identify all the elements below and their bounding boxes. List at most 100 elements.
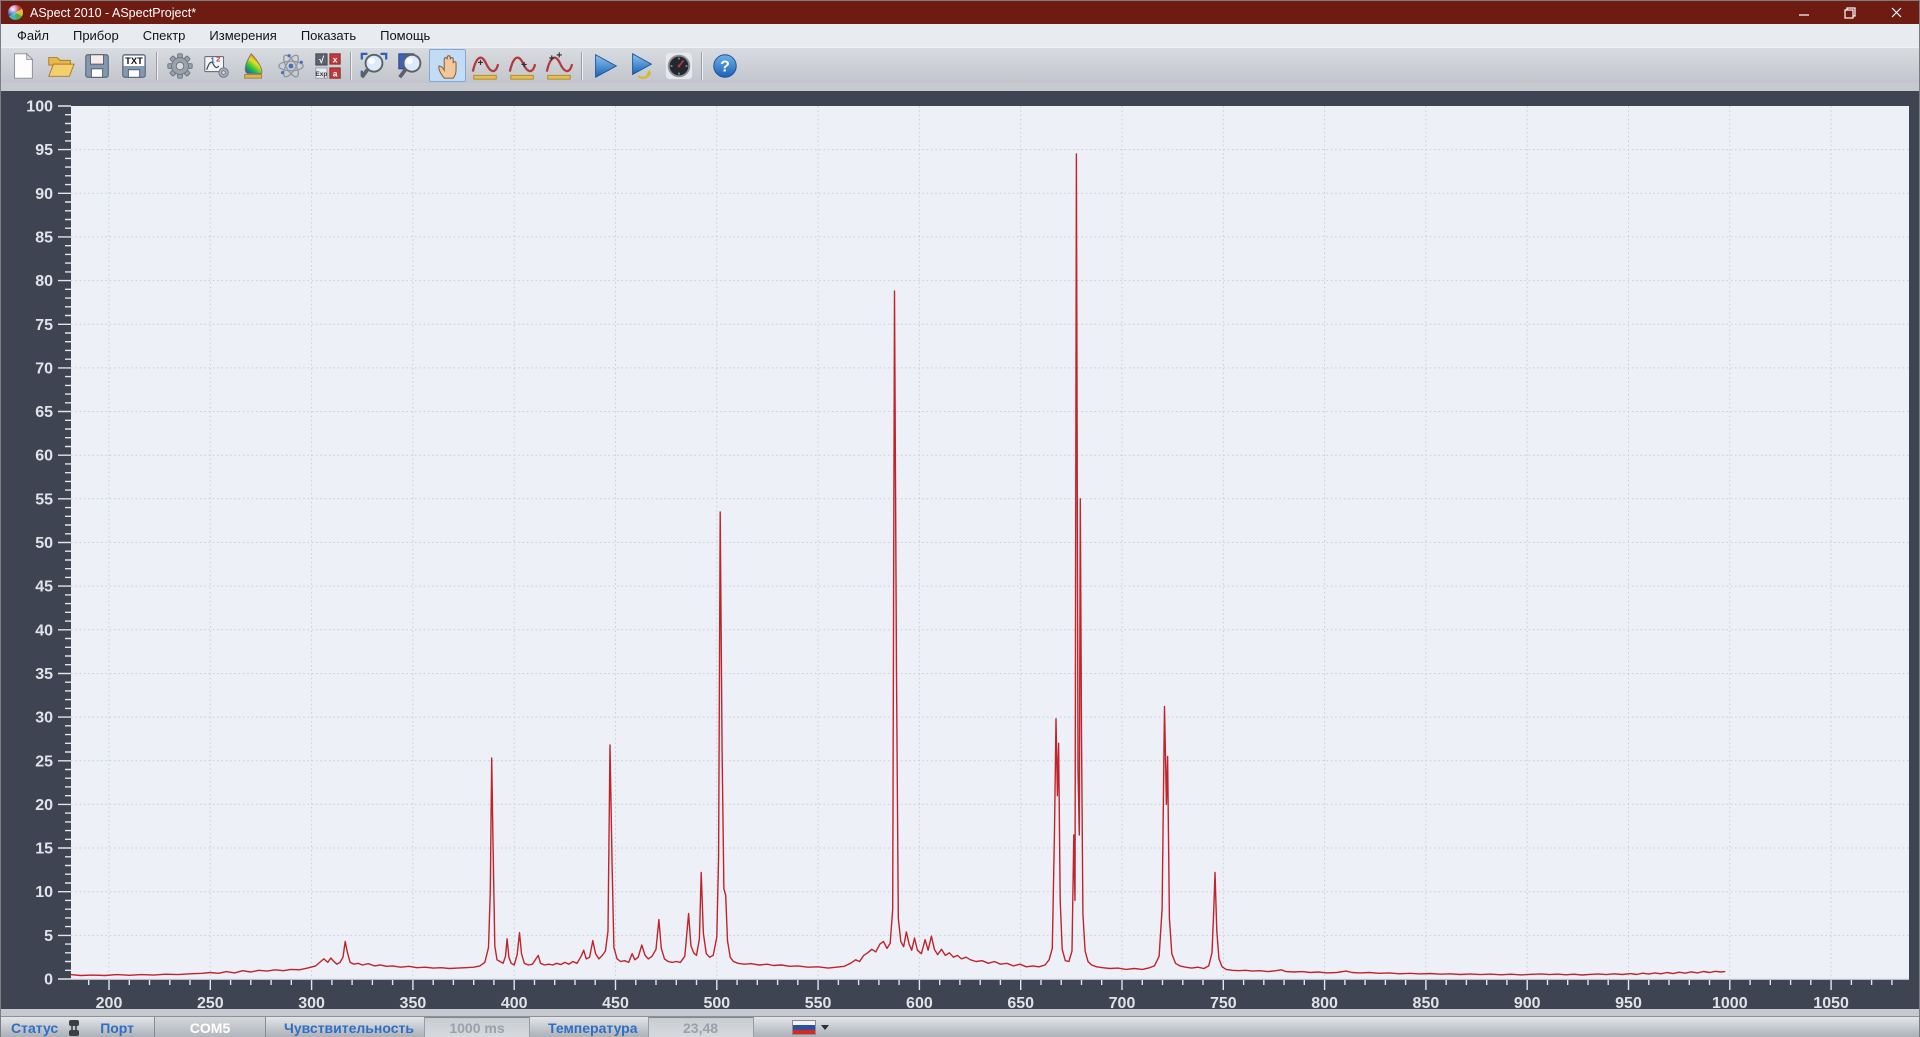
sensitivity-label: Чувствительность [284, 1020, 414, 1036]
port-value-field[interactable]: COM5 [154, 1017, 266, 1037]
math-functions-button[interactable]: √ x Exp a [309, 49, 346, 82]
plus-glyph: + [556, 51, 562, 62]
math-x-label: x [332, 54, 337, 64]
y-axis-tick-label: 100 [26, 99, 53, 116]
add-spectrum-middle-button[interactable]: + [503, 49, 540, 82]
add-spectrum-button[interactable]: + [466, 49, 503, 82]
color-diagram-button[interactable] [235, 49, 272, 82]
x-axis-tick-label: 550 [805, 995, 832, 1009]
add-spectrum-middle-icon: + [506, 51, 538, 81]
continuous-run-icon [627, 51, 657, 81]
zoom-window-icon [395, 51, 427, 81]
y-axis-tick-label: 25 [35, 753, 53, 770]
temperature-value-field: 23,48 [648, 1017, 754, 1037]
x-axis-tick-label: 900 [1514, 995, 1541, 1009]
connection-icon [66, 1019, 82, 1037]
restore-button[interactable] [1827, 1, 1873, 24]
minimize-icon [1799, 7, 1810, 18]
chevron-down-icon [821, 1025, 829, 1030]
y-axis-tick-label: 90 [35, 186, 53, 203]
measurement-setup-icon: 1 2 [202, 51, 232, 81]
sensitivity-value-field[interactable]: 1000 ms [424, 1017, 530, 1037]
toolbar-separator [156, 52, 157, 80]
plus-glyph: + [521, 59, 527, 70]
toolbar: TXT 1 2 [1, 47, 1919, 83]
close-button[interactable] [1873, 1, 1919, 24]
zoom-region-button[interactable] [355, 49, 392, 82]
zoom-region-icon [358, 51, 390, 81]
x-axis-tick-label: 450 [602, 995, 629, 1009]
timer-icon [664, 51, 694, 81]
help-button[interactable]: ? [706, 49, 743, 82]
export-txt-button[interactable]: TXT [115, 49, 152, 82]
language-selector[interactable] [792, 1020, 829, 1035]
restore-icon [1844, 7, 1856, 19]
y-axis-tick-label: 55 [35, 491, 53, 508]
measure-2-label: 2 [216, 54, 220, 63]
menu-file[interactable]: Файл [5, 24, 61, 47]
y-axis-tick-label: 80 [35, 273, 53, 290]
pan-hand-icon [433, 51, 463, 81]
menu-view[interactable]: Показать [289, 24, 368, 47]
status-bar: Статус Порт COM5 Чувствительность 1000 m… [1, 1016, 1919, 1037]
menu-help[interactable]: Помощь [368, 24, 442, 47]
menu-measurements[interactable]: Измерения [197, 24, 288, 47]
settings-gear-icon [165, 51, 195, 81]
x-axis-tick-label: 350 [400, 995, 427, 1009]
zoom-window-button[interactable] [392, 49, 429, 82]
menu-instrument[interactable]: Прибор [61, 24, 131, 47]
x-axis-tick-label: 500 [703, 995, 730, 1009]
menu-bar: Файл Прибор Спектр Измерения Показать По… [1, 24, 1919, 47]
save-button[interactable] [78, 49, 115, 82]
txt-label: TXT [125, 56, 143, 66]
y-axis-tick-label: 85 [35, 229, 53, 246]
y-axis-tick-label: 35 [35, 666, 53, 683]
russian-flag-icon [792, 1020, 816, 1035]
atom-button[interactable] [272, 49, 309, 82]
continuous-run-button[interactable] [623, 49, 660, 82]
toolbar-separator [701, 52, 702, 80]
app-window: ASpect 2010 - ASpectProject* Файл Прибор… [0, 0, 1920, 1037]
menu-spectrum[interactable]: Спектр [131, 24, 198, 47]
spectrum-chart[interactable]: 2002503003504004505005506006507007508008… [1, 91, 1919, 1009]
y-axis-tick-label: 10 [35, 884, 53, 901]
y-axis-tick-label: 70 [35, 360, 53, 377]
pan-hand-button[interactable] [429, 49, 466, 82]
start-measurement-icon [590, 51, 620, 81]
y-axis-tick-label: 20 [35, 797, 53, 814]
toolbar-separator [350, 52, 351, 80]
window-title: ASpect 2010 - ASpectProject* [30, 6, 1781, 20]
x-axis-tick-label: 800 [1311, 995, 1338, 1009]
add-spectrum-double-icon: + + [543, 51, 575, 81]
new-document-button[interactable] [4, 49, 41, 82]
temperature-label: Температура [548, 1020, 638, 1036]
minimize-button[interactable] [1781, 1, 1827, 24]
measure-1-label: 1 [210, 55, 214, 64]
y-axis-tick-label: 75 [35, 317, 53, 334]
y-axis-tick-label: 45 [35, 579, 53, 596]
toolbar-separator [581, 52, 582, 80]
x-axis-tick-label: 200 [96, 995, 123, 1009]
settings-button[interactable] [161, 49, 198, 82]
math-exp-label: Exp [315, 70, 327, 77]
start-measurement-button[interactable] [586, 49, 623, 82]
port-label: Порт [100, 1020, 134, 1036]
y-axis-tick-label: 30 [35, 710, 53, 727]
spectrum-plot[interactable]: 2002503003504004505005506006507007508008… [1, 91, 1920, 1009]
math-sqrt-label: √ [318, 55, 324, 65]
x-axis-tick-label: 400 [501, 995, 528, 1009]
export-txt-icon: TXT [119, 51, 149, 81]
x-axis-tick-label: 1000 [1712, 995, 1748, 1009]
timer-button[interactable] [660, 49, 697, 82]
x-axis-tick-label: 600 [906, 995, 933, 1009]
measurement-setup-button[interactable]: 1 2 [198, 49, 235, 82]
y-axis-tick-label: 60 [35, 448, 53, 465]
math-a-label: a [332, 68, 337, 78]
open-project-button[interactable] [41, 49, 78, 82]
add-spectrum-double-button[interactable]: + + [540, 49, 577, 82]
y-axis-tick-label: 5 [44, 928, 53, 945]
cie-color-icon [239, 51, 269, 81]
help-label: ? [720, 58, 730, 75]
x-axis-tick-label: 300 [298, 995, 325, 1009]
x-axis-tick-label: 950 [1615, 995, 1642, 1009]
